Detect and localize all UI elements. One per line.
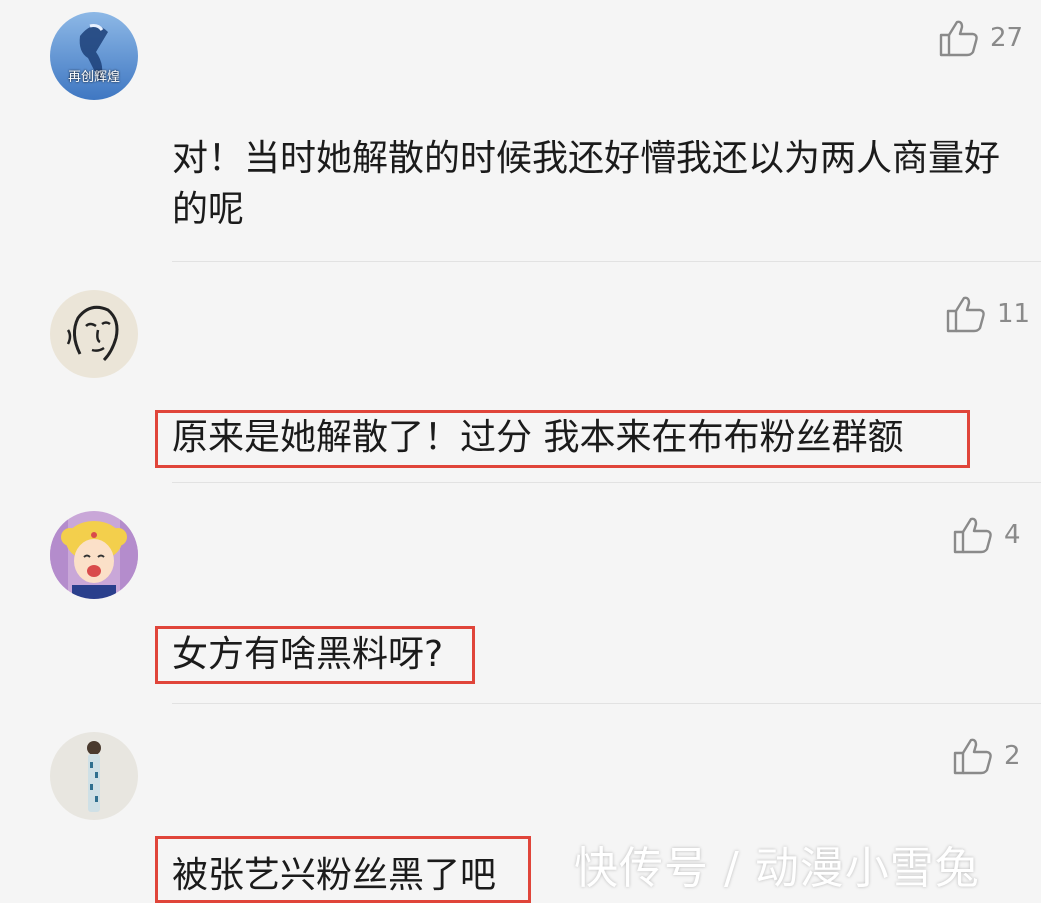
comment-item: 11 原来是她解散了！过分 我本来在布布粉丝群额 bbox=[0, 262, 1041, 482]
like-count: 11 bbox=[997, 299, 1031, 329]
like-button[interactable]: 27 bbox=[938, 18, 1023, 58]
comment-item: 4 女方有啥黑料呀? bbox=[0, 483, 1041, 703]
like-count: 27 bbox=[990, 23, 1024, 53]
like-count: 4 bbox=[1004, 520, 1021, 550]
watermark: 快传号 / 动漫小雪兔 bbox=[574, 843, 980, 894]
avatar[interactable]: 再创辉煌 bbox=[50, 12, 138, 100]
thumbs-up-icon bbox=[945, 294, 987, 334]
like-button[interactable]: 2 bbox=[952, 736, 1021, 776]
avatar[interactable] bbox=[50, 290, 138, 378]
avatar[interactable] bbox=[50, 511, 138, 599]
like-button[interactable]: 11 bbox=[945, 294, 1030, 334]
avatar[interactable] bbox=[50, 732, 138, 820]
comment-text: 被张艺兴粉丝黑了吧 bbox=[172, 855, 497, 896]
comment-text: 原来是她解散了！过分 我本来在布布粉丝群额 bbox=[172, 417, 904, 458]
thumbs-up-icon bbox=[938, 18, 980, 58]
thumbs-up-icon bbox=[952, 515, 994, 555]
thumbs-up-icon bbox=[952, 736, 994, 776]
comment-text: 女方有啥黑料呀? bbox=[172, 634, 444, 675]
like-button[interactable]: 4 bbox=[952, 515, 1021, 555]
comment-text: 对！当时她解散的时候我还好懵我还以为两人商量好的呢 bbox=[172, 138, 1001, 230]
comment-item: 再创辉煌 27 对！当时她解散的时候我还好懵我还以为两人商量好的呢 bbox=[0, 0, 1041, 262]
avatar-caption: 再创辉煌 bbox=[67, 70, 120, 85]
like-count: 2 bbox=[1004, 741, 1021, 771]
